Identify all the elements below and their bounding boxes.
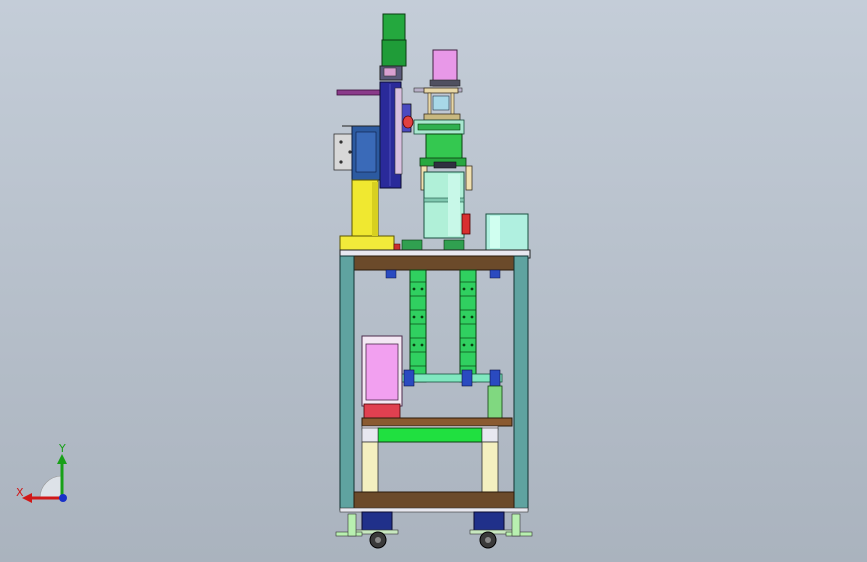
x-axis-label: X (16, 486, 24, 499)
cup-highlight (490, 216, 500, 248)
shaft-block (461, 369, 473, 387)
frame-left-leg (339, 255, 355, 511)
left-caster (335, 511, 399, 549)
disk-band (417, 123, 461, 131)
middle-plate (361, 417, 513, 427)
left-lift-screw (409, 269, 427, 383)
green-motor (487, 385, 503, 419)
machine-assembly-model (333, 13, 533, 549)
red-button (461, 213, 471, 235)
table-clip (489, 269, 501, 279)
pink-cylinder-flange (429, 79, 461, 87)
right-clamp-arm (465, 165, 473, 191)
purple-arm (336, 89, 382, 96)
table-top-brown (353, 255, 515, 271)
z-axis-dot (59, 494, 67, 502)
cage-post (450, 92, 455, 116)
lower-right-post-cap (481, 427, 499, 443)
clamp-hub (433, 161, 457, 169)
shaft-block (403, 369, 415, 387)
cage-top-plate (423, 87, 459, 94)
table-clip (385, 269, 397, 279)
cad-viewport[interactable]: X Y (0, 0, 867, 562)
y-axis-arrowhead (57, 454, 67, 464)
shaft-block (489, 369, 501, 387)
triad-arc (39, 475, 63, 499)
cage-sensor (432, 95, 450, 111)
plate-bolt (339, 140, 343, 144)
cage-bottom-plate (423, 113, 461, 121)
cream-leg-left (361, 441, 379, 493)
bottom-rail (339, 507, 529, 513)
pink-electrical-box (365, 343, 399, 401)
coupling-pink-block (383, 67, 397, 77)
y-axis-label: Y (59, 442, 66, 455)
axis-triad: X Y (10, 438, 80, 508)
table-fitting (401, 239, 423, 251)
frame-right-leg (513, 255, 529, 511)
plate-bolt (339, 160, 343, 164)
yellow-column-base (339, 235, 395, 251)
left-top-cylinder-body (381, 39, 407, 67)
rail-red-knob (402, 115, 414, 129)
right-lift-screw (459, 269, 477, 383)
cage-post (427, 92, 432, 116)
column-shade (372, 182, 378, 236)
table-red-fitting (393, 243, 401, 251)
lower-left-post (361, 427, 379, 443)
plate-bolt (348, 150, 352, 154)
cylinder-highlight (448, 174, 460, 236)
right-caster (469, 511, 533, 549)
table-fitting (443, 239, 465, 251)
slide-strip (394, 87, 403, 175)
cream-leg-right (481, 441, 499, 493)
lower-green-beam (377, 427, 483, 443)
bottom-plate (353, 491, 515, 511)
drive-shaft (401, 373, 503, 383)
motor-inner (355, 131, 377, 173)
